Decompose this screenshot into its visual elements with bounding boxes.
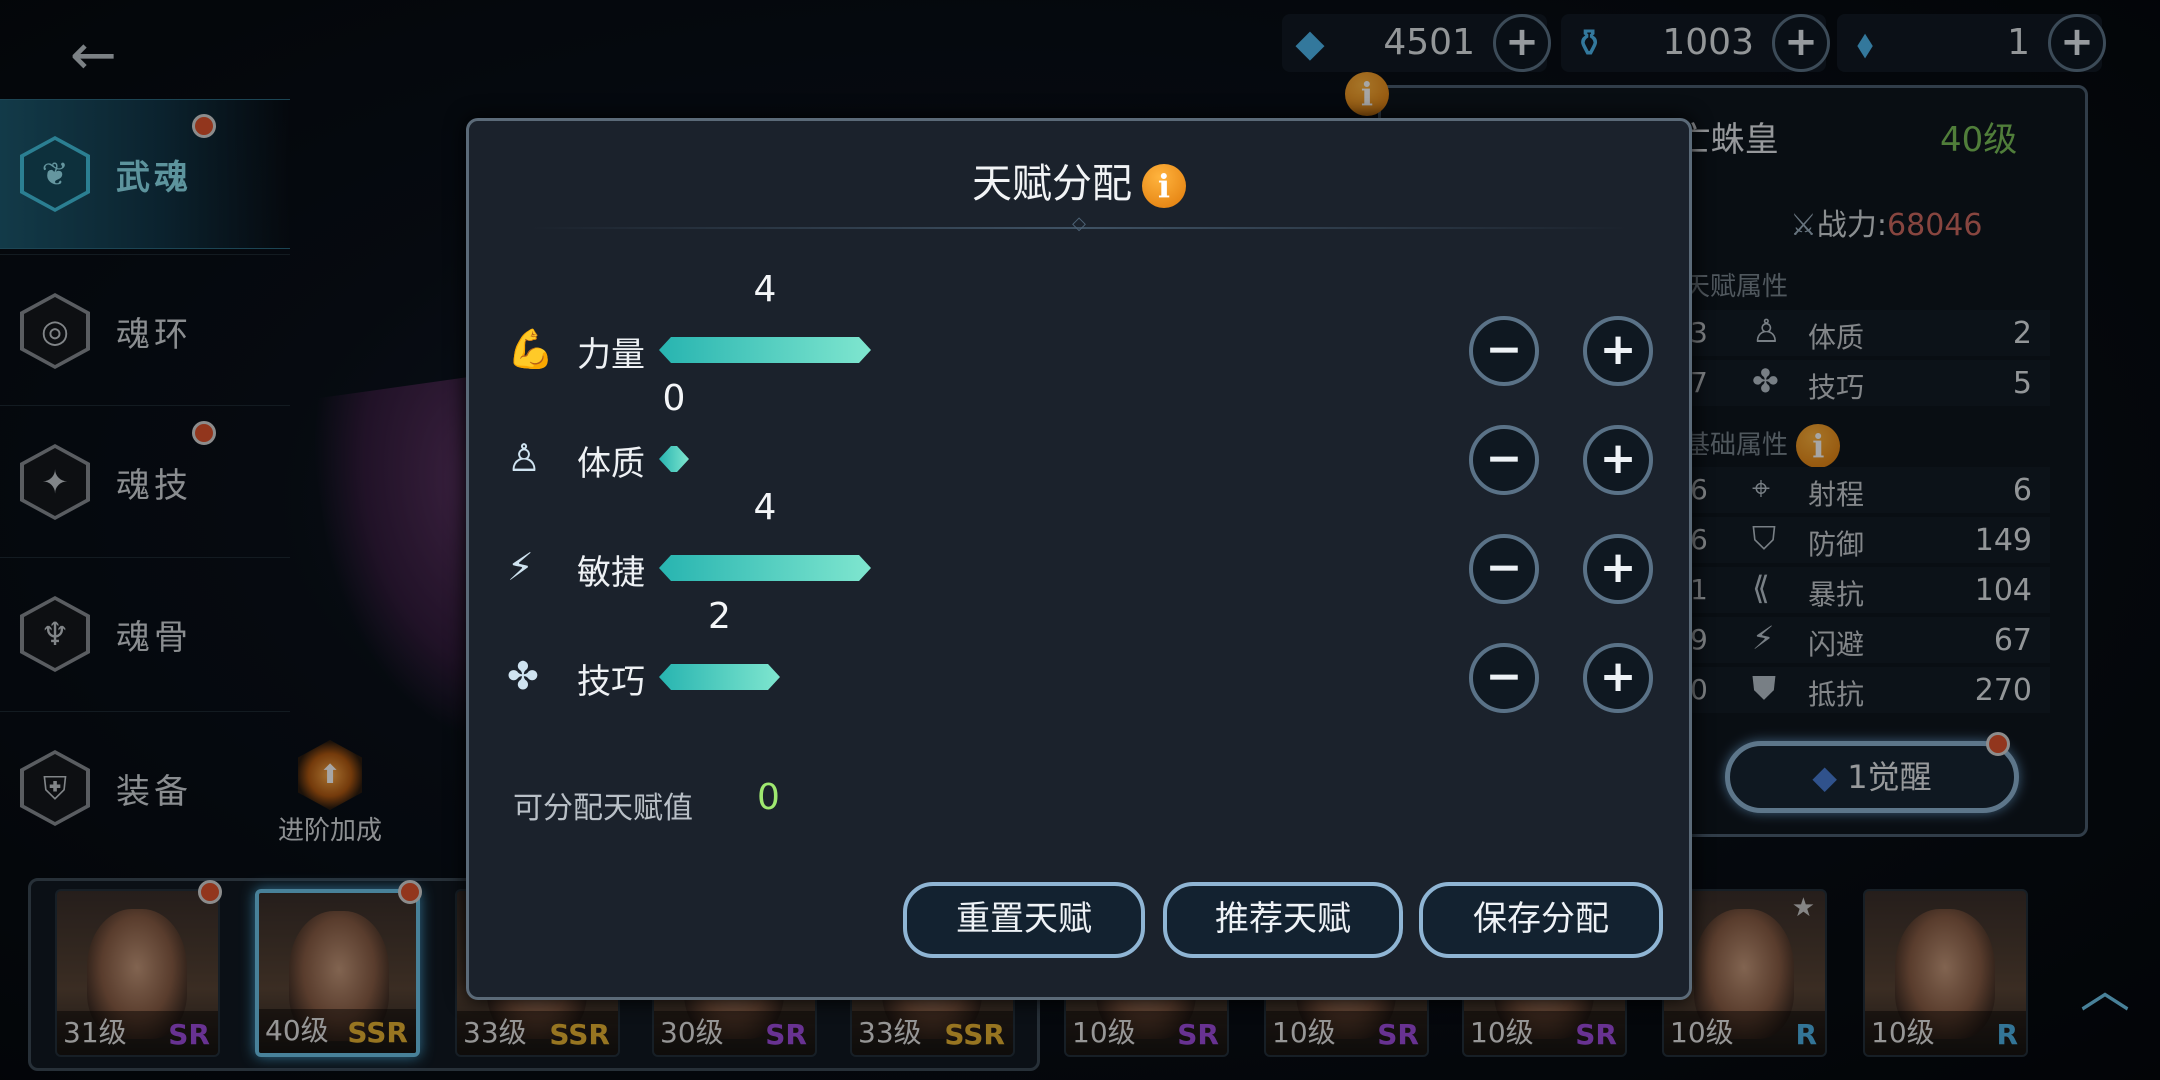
talent-allocation-dialog: 天赋分配i 💪力量4−+♙体质0−+⚡敏捷4−+✤技巧2−+ 可分配天赋值 0 … <box>466 118 1692 1000</box>
talent-value: 4 <box>753 487 777 528</box>
dialog-title: 天赋分配 i <box>469 151 1689 209</box>
talent-bar <box>659 664 780 690</box>
talent-name: 技巧 <box>577 662 645 702</box>
talent-row: 💪 力量 4 − + <box>469 269 1689 391</box>
skill-icon: ✤ <box>507 654 539 698</box>
talent-row: ♙ 体质 0 − + <box>469 378 1689 500</box>
talent-name: 力量 <box>577 335 645 375</box>
dialog-title-text: 天赋分配 <box>972 161 1132 207</box>
available-points-label: 可分配天赋值 <box>513 791 693 826</box>
talent-value: 0 <box>662 378 686 419</box>
recommend-talent-button[interactable]: 推荐天赋 <box>1163 882 1403 958</box>
increase-button[interactable]: + <box>1583 316 1653 386</box>
talent-name: 敏捷 <box>577 553 645 593</box>
talent-row: ⚡ 敏捷 4 − + <box>469 487 1689 609</box>
increase-button[interactable]: + <box>1583 425 1653 495</box>
increase-button[interactable]: + <box>1583 534 1653 604</box>
body-icon: ♙ <box>507 436 542 480</box>
save-allocation-button[interactable]: 保存分配 <box>1419 882 1663 958</box>
title-divider <box>529 227 1629 229</box>
decrease-button[interactable]: − <box>1469 643 1539 713</box>
talent-row: ✤ 技巧 2 − + <box>469 596 1689 718</box>
available-points-value: 0 <box>757 777 780 818</box>
info-icon[interactable]: i <box>1142 164 1186 208</box>
talent-value: 2 <box>708 596 731 637</box>
talent-name: 体质 <box>577 444 645 484</box>
decrease-button[interactable]: − <box>1469 425 1539 495</box>
winged-foot-icon: ⚡ <box>507 545 534 589</box>
decrease-button[interactable]: − <box>1469 534 1539 604</box>
talent-bar <box>659 337 871 363</box>
talent-bar <box>659 446 689 472</box>
talent-bar <box>659 555 871 581</box>
talent-value: 4 <box>753 269 777 310</box>
increase-button[interactable]: + <box>1583 643 1653 713</box>
flexed-arm-icon: 💪 <box>507 327 555 371</box>
reset-talent-button[interactable]: 重置天赋 <box>903 882 1145 958</box>
decrease-button[interactable]: − <box>1469 316 1539 386</box>
